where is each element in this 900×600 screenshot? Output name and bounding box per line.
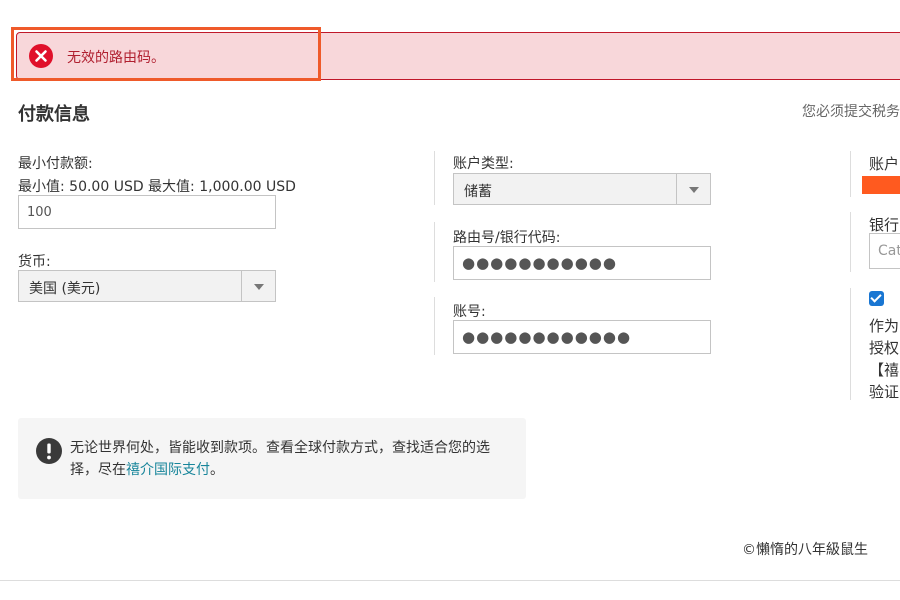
- chevron-down-icon: [254, 284, 264, 290]
- authorization-text-line: 【禧: [869, 361, 900, 379]
- column-divider: [850, 151, 851, 197]
- min-payment-range: 最小值: 50.00 USD 最大值: 1,000.00 USD: [18, 179, 296, 195]
- account-type-dropdown-button[interactable]: [676, 174, 710, 204]
- right-column-label: 账户: [869, 155, 900, 173]
- exclamation-circle-icon: [36, 438, 62, 464]
- account-type-select[interactable]: 储蓄: [453, 173, 711, 205]
- currency-selected-value: 美国 (美元): [29, 281, 101, 297]
- authorization-text-line: 作为: [869, 317, 900, 335]
- bank-label: 银行: [869, 216, 900, 234]
- routing-label: 路由号/银行代码:: [453, 230, 561, 246]
- authorization-text-line: 授权: [869, 339, 900, 357]
- error-x-circle-icon: [29, 44, 53, 68]
- tax-note: 您必须提交税务: [802, 104, 900, 120]
- min-payment-input[interactable]: [18, 195, 276, 229]
- min-payment-label: 最小付款额:: [18, 156, 93, 172]
- error-message: 无效的路由码。: [67, 50, 165, 66]
- column-divider: [434, 297, 435, 355]
- currency-select[interactable]: 美国 (美元): [18, 270, 276, 302]
- account-number-label: 账号:: [453, 304, 486, 320]
- accent-bar: [862, 176, 900, 194]
- info-text-end: 。: [210, 462, 224, 478]
- routing-number-input[interactable]: ●●●●●●●●●●●: [453, 246, 711, 280]
- account-number-input[interactable]: ●●●●●●●●●●●●: [453, 320, 711, 354]
- authorization-checkbox[interactable]: [869, 291, 884, 306]
- column-divider: [434, 151, 435, 205]
- global-payment-link[interactable]: 禧介国际支付: [126, 462, 210, 478]
- chevron-down-icon: [689, 187, 699, 193]
- bottom-divider: [0, 580, 900, 581]
- bank-input[interactable]: Cat: [869, 233, 900, 269]
- column-divider: [850, 212, 851, 272]
- info-text: 无论世界何处，皆能收到款项。查看全球付款方式，查找适合您的选择，尽在禧介国际支付…: [70, 437, 510, 481]
- page-title: 付款信息: [18, 104, 90, 125]
- authorization-text-line: 验证: [869, 383, 900, 401]
- column-divider: [434, 222, 435, 282]
- currency-dropdown-button[interactable]: [241, 271, 275, 301]
- currency-label: 货币:: [18, 254, 51, 270]
- account-type-selected-value: 储蓄: [464, 184, 492, 200]
- column-divider: [850, 288, 851, 400]
- account-type-label: 账户类型:: [453, 156, 514, 172]
- copyright-text: ©懶惰的八年級鼠生: [742, 542, 868, 558]
